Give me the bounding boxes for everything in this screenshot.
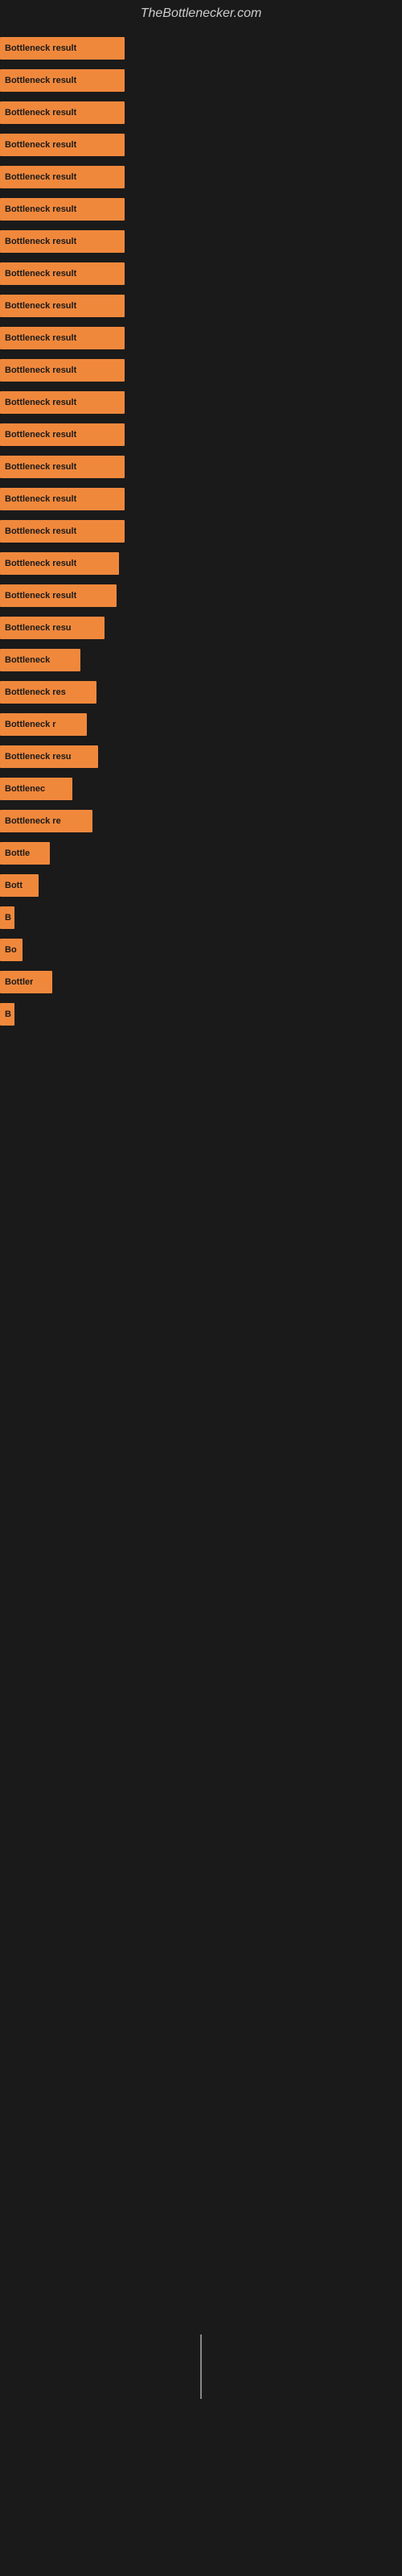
bar-label: Bottle bbox=[5, 848, 30, 858]
bottleneck-bar: B bbox=[0, 906, 14, 929]
bar-row: Bottleneck result bbox=[0, 419, 402, 451]
bar-row: B bbox=[0, 902, 402, 934]
bar-row: Bottler bbox=[0, 966, 402, 998]
bar-row: Bottleneck result bbox=[0, 354, 402, 386]
bar-label: Bottleneck resu bbox=[5, 623, 72, 633]
bar-label: B bbox=[5, 1009, 11, 1019]
bar-label: Bottleneck re bbox=[5, 816, 61, 826]
bottleneck-bar: Bottleneck result bbox=[0, 488, 125, 510]
bar-label: Bottleneck result bbox=[5, 462, 76, 472]
bar-label: Bottleneck result bbox=[5, 172, 76, 182]
bottleneck-bar: Bottleneck resu bbox=[0, 617, 105, 639]
bottom-indicator bbox=[200, 2334, 202, 2399]
bar-row: Bottleneck result bbox=[0, 322, 402, 354]
bar-row: Bottleneck res bbox=[0, 676, 402, 708]
bottleneck-bar: Bottle bbox=[0, 842, 50, 865]
bottleneck-bar: Bottleneck bbox=[0, 649, 80, 671]
bar-label: Bottleneck result bbox=[5, 76, 76, 85]
bar-label: Bottleneck result bbox=[5, 301, 76, 311]
bar-label: Bo bbox=[5, 945, 17, 955]
bar-label: Bottleneck result bbox=[5, 237, 76, 246]
bar-label: Bottleneck result bbox=[5, 430, 76, 440]
bar-label: Bottleneck result bbox=[5, 108, 76, 118]
bar-row: Bottleneck result bbox=[0, 290, 402, 322]
bottleneck-bar: Bottleneck result bbox=[0, 423, 125, 446]
bottleneck-bar: Bottleneck result bbox=[0, 520, 125, 543]
bar-label: Bottleneck bbox=[5, 655, 50, 665]
bar-label: Bottleneck result bbox=[5, 494, 76, 504]
bar-row: Bottleneck result bbox=[0, 386, 402, 419]
bar-row: Bottleneck resu bbox=[0, 741, 402, 773]
bar-row: Bottleneck re bbox=[0, 805, 402, 837]
bar-row: Bottleneck result bbox=[0, 193, 402, 225]
bar-label: Bottleneck result bbox=[5, 526, 76, 536]
bottleneck-bar: Bo bbox=[0, 939, 23, 961]
bar-row: Bottleneck bbox=[0, 644, 402, 676]
bottleneck-bar: Bottleneck result bbox=[0, 101, 125, 124]
bottleneck-bar: Bottleneck resu bbox=[0, 745, 98, 768]
bar-label: Bottleneck result bbox=[5, 559, 76, 568]
bottleneck-bar: Bottleneck result bbox=[0, 391, 125, 414]
bar-row: B bbox=[0, 998, 402, 1030]
bottleneck-bar: Bottleneck result bbox=[0, 584, 117, 607]
bottleneck-bar: B bbox=[0, 1003, 14, 1026]
bottleneck-bar: Bottleneck result bbox=[0, 262, 125, 285]
bar-label: Bottleneck result bbox=[5, 43, 76, 53]
bottleneck-bar: Bottleneck result bbox=[0, 456, 125, 478]
bar-label: Bottleneck result bbox=[5, 204, 76, 214]
bar-label: Bottleneck r bbox=[5, 720, 56, 729]
bar-row: Bottleneck result bbox=[0, 580, 402, 612]
bottleneck-bar: Bottlenec bbox=[0, 778, 72, 800]
bar-row: Bottleneck result bbox=[0, 64, 402, 97]
bottleneck-bar: Bottleneck re bbox=[0, 810, 92, 832]
bar-label: Bottleneck result bbox=[5, 140, 76, 150]
bottleneck-bar: Bott bbox=[0, 874, 39, 897]
bar-row: Bottleneck resu bbox=[0, 612, 402, 644]
bars-container: Bottleneck result Bottleneck result Bottle… bbox=[0, 24, 402, 2423]
bar-row: Bottleneck result bbox=[0, 483, 402, 515]
bar-row: Bottle bbox=[0, 837, 402, 869]
bottleneck-bar: Bottleneck result bbox=[0, 552, 119, 575]
bottleneck-bar: Bottleneck result bbox=[0, 134, 125, 156]
bar-row: Bottleneck result bbox=[0, 515, 402, 547]
bottleneck-bar: Bottleneck res bbox=[0, 681, 96, 704]
bottleneck-bar: Bottleneck r bbox=[0, 713, 87, 736]
bottleneck-bar: Bottleneck result bbox=[0, 230, 125, 253]
bar-row: Bottleneck result bbox=[0, 451, 402, 483]
bar-row: Bottleneck result bbox=[0, 547, 402, 580]
bar-row: Bott bbox=[0, 869, 402, 902]
bar-label: B bbox=[5, 913, 11, 923]
bar-label: Bottleneck result bbox=[5, 365, 76, 375]
bottleneck-bar: Bottler bbox=[0, 971, 52, 993]
bottleneck-bar: Bottleneck result bbox=[0, 359, 125, 382]
bar-row: Bottleneck result bbox=[0, 97, 402, 129]
bar-row: Bottleneck result bbox=[0, 258, 402, 290]
bar-row: Bo bbox=[0, 934, 402, 966]
bottleneck-bar: Bottleneck result bbox=[0, 295, 125, 317]
bottleneck-bar: Bottleneck result bbox=[0, 198, 125, 221]
bottleneck-bar: Bottleneck result bbox=[0, 37, 125, 60]
bar-row: Bottlenec bbox=[0, 773, 402, 805]
bar-label: Bottleneck result bbox=[5, 398, 76, 407]
bottleneck-bar: Bottleneck result bbox=[0, 327, 125, 349]
bar-label: Bottlenec bbox=[5, 784, 45, 794]
bar-row: Bottleneck result bbox=[0, 161, 402, 193]
bar-label: Bottleneck result bbox=[5, 333, 76, 343]
bottleneck-bar: Bottleneck result bbox=[0, 69, 125, 92]
bar-label: Bottleneck result bbox=[5, 591, 76, 601]
site-title: TheBottlenecker.com bbox=[0, 0, 402, 24]
bar-row: Bottleneck r bbox=[0, 708, 402, 741]
bar-row: Bottleneck result bbox=[0, 129, 402, 161]
bar-label: Bottler bbox=[5, 977, 33, 987]
bar-label: Bottleneck res bbox=[5, 687, 66, 697]
bottleneck-bar: Bottleneck result bbox=[0, 166, 125, 188]
bar-row: Bottleneck result bbox=[0, 32, 402, 64]
bar-label: Bottleneck result bbox=[5, 269, 76, 279]
bar-row: Bottleneck result bbox=[0, 225, 402, 258]
bar-label: Bott bbox=[5, 881, 23, 890]
bar-label: Bottleneck resu bbox=[5, 752, 72, 762]
